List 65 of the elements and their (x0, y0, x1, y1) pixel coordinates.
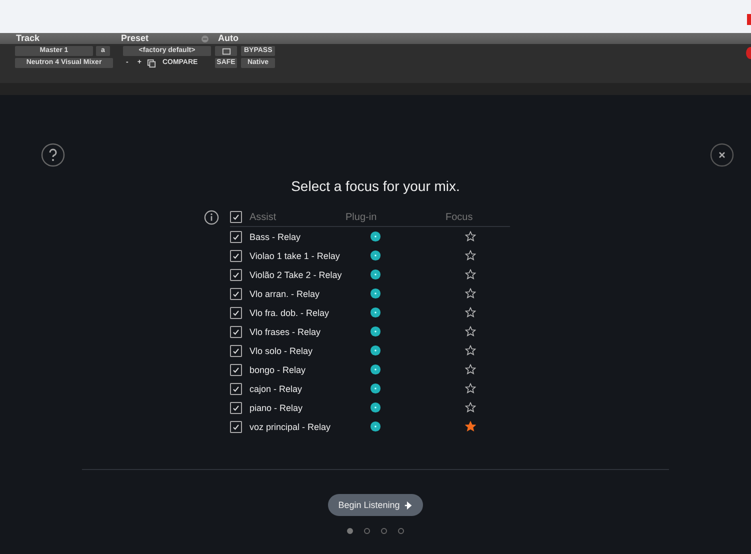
star-icon[interactable] (464, 288, 476, 299)
star-icon[interactable] (464, 402, 476, 413)
plugin-dot-icon (370, 269, 380, 280)
track-name: Bass - Relay (250, 232, 302, 242)
page-dot[interactable] (381, 528, 387, 534)
section-label: Auto (218, 32, 238, 44)
checkbox[interactable] (230, 382, 242, 394)
help-button[interactable] (41, 143, 65, 167)
checkbox[interactable] (230, 402, 242, 414)
copy-icon[interactable] (147, 58, 156, 68)
track-name: Vlo frases - Relay (250, 326, 322, 336)
plugin-dot-icon (370, 421, 380, 432)
star-icon[interactable] (464, 345, 476, 356)
checkbox[interactable] (230, 211, 242, 223)
close-button[interactable] (710, 143, 734, 167)
track-name: Vlo arran. - Relay (250, 288, 321, 298)
checkbox[interactable] (230, 364, 242, 376)
plugin-dot-icon (370, 345, 380, 356)
star-icon[interactable] (464, 364, 476, 375)
star-icon[interactable] (464, 231, 476, 242)
plugin-dot-icon (370, 364, 380, 375)
track-name: Vlo solo - Relay (250, 346, 314, 356)
edge-tab-icon (747, 14, 751, 25)
track-name: voz principal - Relay (250, 422, 332, 432)
column-header: Plug-in (346, 212, 378, 222)
page-dot[interactable] (364, 528, 370, 534)
automation-button[interactable] (215, 46, 237, 56)
checkbox[interactable] (230, 250, 242, 262)
track-name: cajon - Relay (250, 384, 304, 394)
track-name: Violão 2 Take 2 - Relay (250, 270, 343, 280)
plugin-dot-icon (370, 231, 380, 242)
info-icon[interactable] (204, 210, 218, 225)
plugin-dot-icon (370, 402, 380, 413)
page-dot[interactable] (398, 528, 404, 534)
track-name: Vlo fra. dob. - Relay (250, 308, 330, 318)
plugin-dot-icon (370, 307, 380, 318)
track-name: Violao 1 take 1 - Relay (250, 250, 341, 260)
checkbox[interactable] (230, 326, 242, 338)
track-name: piano - Relay (250, 402, 304, 412)
begin-listening-button[interactable]: Begin Listening (328, 494, 423, 516)
checkbox[interactable] (230, 288, 242, 300)
page-dot[interactable] (347, 528, 353, 534)
checkbox[interactable] (230, 420, 242, 432)
plugin-dot-icon (370, 288, 380, 299)
plugin-dot-icon (370, 326, 380, 337)
column-header: Assist (250, 212, 278, 222)
plugin-dot-icon (370, 383, 380, 394)
checkbox[interactable] (230, 344, 242, 356)
star-icon[interactable] (464, 250, 476, 261)
plugin-dot-icon (370, 250, 380, 261)
star-icon[interactable] (464, 269, 476, 280)
section-label: Track (16, 32, 40, 44)
window-icon (222, 46, 230, 56)
track-name: bongo - Relay (250, 364, 307, 374)
star-icon[interactable] (464, 307, 476, 318)
star-icon[interactable] (464, 383, 476, 394)
section-label: Preset (121, 32, 149, 44)
dialog-title: Select a focus for your mix. (291, 178, 460, 194)
checkbox[interactable] (230, 306, 242, 318)
arrow-icon (404, 500, 413, 510)
checkbox[interactable] (230, 268, 242, 280)
column-header: Focus (446, 212, 473, 222)
star-icon[interactable] (464, 421, 476, 432)
checkbox[interactable] (230, 230, 242, 242)
star-icon[interactable] (464, 326, 476, 337)
